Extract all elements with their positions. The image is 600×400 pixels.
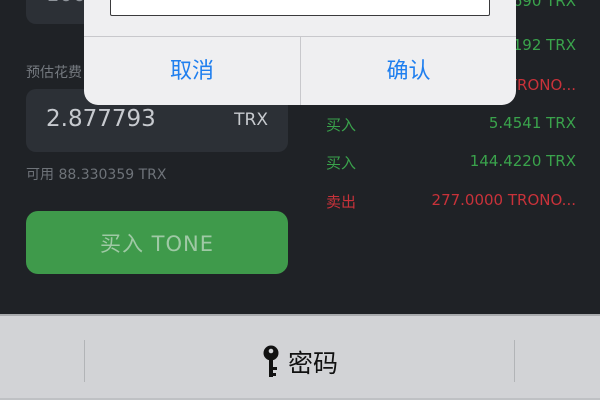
password-keyboard-header: 密码 [0,314,600,400]
trade-row: 卖出 277.0000 TRONO... [326,191,576,213]
trade-side: 买入 [326,154,357,172]
confirm-button[interactable]: 确认 [300,37,516,105]
trade-row: 买入 5.4541 TRX [326,114,576,136]
trade-side: 卖出 [326,193,357,211]
trade-row: 买入 144.4220 TRX [326,152,576,174]
dialog-button-row: 取消 确认 [84,36,516,105]
cancel-button[interactable]: 取消 [84,37,300,105]
keyboard-title-text: 密码 [287,349,338,378]
trade-amount: 277.0000 TRONO... [431,191,576,209]
password-dialog: 取消 确认 [84,0,516,105]
keyboard-title: 密码 [0,344,600,385]
trade-amount: 144.4220 TRX [469,152,576,170]
password-input[interactable] [110,0,490,16]
trade-amount: 5.4541 TRX [488,114,576,132]
key-icon [262,345,280,385]
trade-side: 买入 [326,116,357,134]
